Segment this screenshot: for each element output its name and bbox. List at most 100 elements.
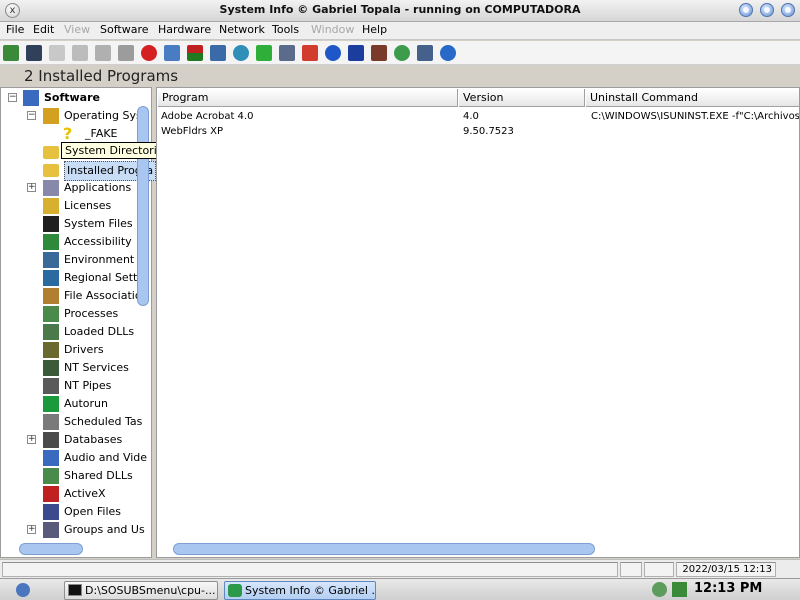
tree-item-processes[interactable]: Processes xyxy=(1,305,137,323)
tree-item-licenses[interactable]: Licenses xyxy=(1,197,137,215)
window-close-button[interactable] xyxy=(781,3,795,17)
tray-system-info-icon[interactable] xyxy=(672,582,687,597)
tree-item-loaded-dlls[interactable]: Loaded DLLs xyxy=(1,323,137,341)
menu-tools[interactable]: Tools xyxy=(272,23,299,36)
tree-item-nt-services[interactable]: NT Services xyxy=(1,359,137,377)
print-icon[interactable] xyxy=(118,45,134,61)
tree-item-applications[interactable]: + Applications xyxy=(1,179,137,197)
services-icon xyxy=(43,360,59,376)
exit-icon[interactable] xyxy=(3,45,19,61)
maximize-button[interactable] xyxy=(760,3,774,17)
tree-item-label: Accessibility xyxy=(64,235,132,248)
tree-item-label: Regional Settin xyxy=(64,271,148,284)
tree-item-fake[interactable]: ? _FAKE xyxy=(1,125,137,143)
taskbar-item-console[interactable]: D:\SOSUBSmenu\cpu-... xyxy=(64,581,218,600)
tree-item-operating-syst[interactable]: − Operating Syst xyxy=(1,107,146,125)
menu-help[interactable]: Help xyxy=(362,23,387,36)
tree-hscroll-thumb[interactable] xyxy=(19,543,83,555)
tree-item-nt-pipes[interactable]: NT Pipes xyxy=(1,377,137,395)
programs-table[interactable]: Program Version Uninstall Command Adobe … xyxy=(156,87,800,558)
tree-item-audio-and-vide[interactable]: Audio and Vide xyxy=(1,449,147,467)
column-header-program[interactable]: Program xyxy=(158,89,458,107)
tree-item-label: ActiveX xyxy=(64,487,106,500)
table-hscroll-thumb[interactable] xyxy=(173,543,595,555)
status-datetime: 2022/03/15 12:13 xyxy=(676,562,776,577)
tree-horizontal-scrollbar[interactable] xyxy=(3,542,137,556)
tree-item-scheduled-tas[interactable]: Scheduled Tas xyxy=(1,413,142,431)
menu-bar: File Edit View Software Hardware Network… xyxy=(0,22,800,40)
groups-icon xyxy=(43,522,59,538)
taskbar-item-system-info[interactable]: System Info © Gabriel ... xyxy=(224,581,376,600)
document-icon[interactable] xyxy=(279,45,295,61)
column-header-uninstall[interactable]: Uninstall Command xyxy=(586,89,799,107)
globe-icon[interactable] xyxy=(233,45,249,61)
menu-hardware[interactable]: Hardware xyxy=(158,23,211,36)
tree-expand-icon[interactable]: + xyxy=(27,435,36,444)
audio-video-icon xyxy=(43,450,59,466)
processes-icon xyxy=(43,306,59,322)
dll-icon xyxy=(43,324,59,340)
chart-icon[interactable] xyxy=(187,45,203,61)
tree-item-label: Databases xyxy=(64,433,123,446)
table-row-1-version[interactable]: 4.0 xyxy=(463,109,583,124)
pipes-icon xyxy=(43,378,59,394)
tree-item-open-files[interactable]: Open Files xyxy=(1,503,137,521)
toolbar xyxy=(0,41,800,65)
tree-expand-icon[interactable]: + xyxy=(27,183,36,192)
tree-item-autorun[interactable]: Autorun xyxy=(1,395,137,413)
tree-item-system-files[interactable]: System Files xyxy=(1,215,137,233)
tree-item-software[interactable]: − Software xyxy=(1,89,137,107)
refresh-icon[interactable] xyxy=(256,45,272,61)
open-files-icon xyxy=(43,504,59,520)
tree-item-label: Software xyxy=(44,91,100,104)
tree-item-databases[interactable]: + Databases xyxy=(1,431,137,449)
tree-item-environment[interactable]: Environment xyxy=(1,251,137,269)
column-header-version[interactable]: Version xyxy=(459,89,585,107)
tree-item-label: Autorun xyxy=(64,397,109,410)
table-horizontal-scrollbar[interactable] xyxy=(159,542,799,556)
tree-item-drivers[interactable]: Drivers xyxy=(1,341,137,359)
save-icon[interactable] xyxy=(26,45,42,61)
table-row-1-uninstall[interactable]: C:\WINDOWS\ISUNINST.EXE -f"C:\Archivos xyxy=(591,109,799,124)
menu-view[interactable]: View xyxy=(64,23,90,36)
paste-icon[interactable] xyxy=(95,45,111,61)
table-row-2-uninstall[interactable] xyxy=(591,124,799,139)
menu-software[interactable]: Software xyxy=(100,23,149,36)
stop-icon[interactable] xyxy=(141,45,157,61)
help-icon[interactable] xyxy=(440,45,456,61)
table-row-1-program[interactable]: Adobe Acrobat 4.0 xyxy=(161,109,457,124)
tree-collapse-icon[interactable]: − xyxy=(8,93,17,102)
tray-network-icon[interactable] xyxy=(652,582,667,597)
menu-window[interactable]: Window xyxy=(311,23,354,36)
shield-icon[interactable] xyxy=(348,45,364,61)
start-menu-icon[interactable] xyxy=(16,583,30,597)
tree-item-installed-progra[interactable]: Installed Progra xyxy=(1,161,157,181)
tree-expand-icon[interactable]: + xyxy=(27,525,36,534)
table-row-2-version[interactable]: 9.50.7523 xyxy=(463,124,583,139)
tree-item-activex[interactable]: ActiveX xyxy=(1,485,137,503)
minimize-button[interactable] xyxy=(739,3,753,17)
tree-item-accessibility[interactable]: Accessibility xyxy=(1,233,137,251)
tree-collapse-icon[interactable]: − xyxy=(27,111,36,120)
tree-item-groups-and-us[interactable]: + Groups and Us xyxy=(1,521,145,539)
tree-item-shared-dlls[interactable]: Shared DLLs xyxy=(1,467,137,485)
menu-edit[interactable]: Edit xyxy=(33,23,54,36)
building-icon[interactable] xyxy=(371,45,387,61)
menu-file[interactable]: File xyxy=(6,23,24,36)
disk-icon[interactable] xyxy=(417,45,433,61)
regional-globe-icon xyxy=(43,270,59,286)
network-globe-icon[interactable] xyxy=(394,45,410,61)
record-icon[interactable] xyxy=(302,45,318,61)
table-row-2-program[interactable]: WebFldrs XP xyxy=(161,124,457,139)
menu-network[interactable]: Network xyxy=(219,23,265,36)
copy-icon[interactable] xyxy=(72,45,88,61)
chat-icon[interactable] xyxy=(164,45,180,61)
console-icon xyxy=(68,584,82,596)
tree-item-file-associatio[interactable]: File Associatio xyxy=(1,287,142,305)
tree-item-regional-settin[interactable]: Regional Settin xyxy=(1,269,147,287)
tree-scroll-thumb[interactable] xyxy=(137,106,149,306)
autorun-icon xyxy=(43,396,59,412)
cut-icon[interactable] xyxy=(49,45,65,61)
browser-icon[interactable] xyxy=(325,45,341,61)
graph-icon[interactable] xyxy=(210,45,226,61)
